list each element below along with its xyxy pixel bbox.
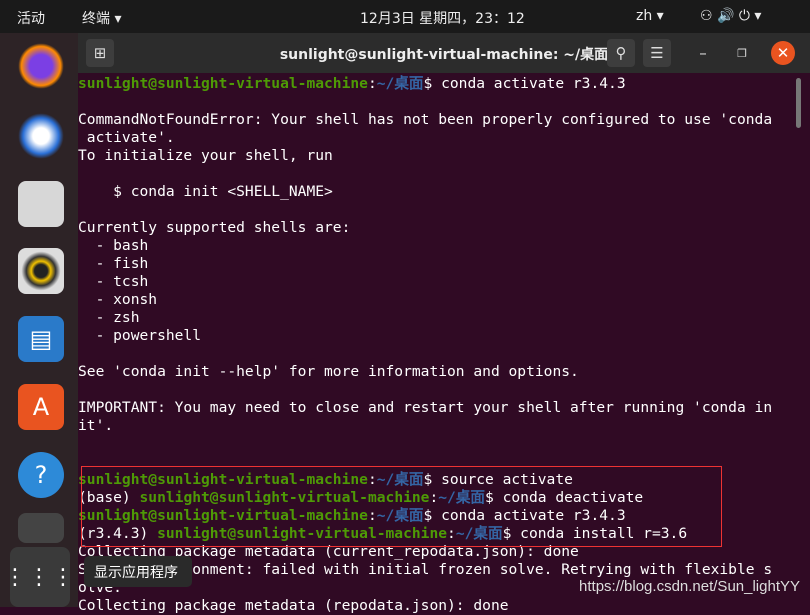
terminal-line: - zsh <box>78 309 140 326</box>
input-method-menu[interactable]: zh ▾ <box>636 8 664 24</box>
terminal-line: CommandNotFoundError: Your shell has not… <box>78 111 773 128</box>
terminal-titlebar: ⊞ sunlight@sunlight-virtual-machine: ~/桌… <box>78 33 810 73</box>
terminal-line: sunlight@sunlight-virtual-machine:~/桌面$ … <box>78 75 626 92</box>
thunderbird-icon[interactable] <box>18 113 64 159</box>
terminal-line: See 'conda init --help' for more informa… <box>78 363 579 380</box>
writer-icon[interactable]: ▤ <box>18 316 64 362</box>
terminal-app-menu[interactable]: 终端 ▾ <box>82 8 121 28</box>
terminal-line: activate'. <box>78 129 175 146</box>
show-applications-icon[interactable]: ⋮⋮⋮ <box>4 547 74 607</box>
terminal-line: it'. <box>78 417 114 434</box>
top-bar: 活动 终端 ▾ 12月3日 星期四，23：12 zh ▾ ⚇ 🔊 ⏻ ▾ <box>0 0 810 33</box>
terminal-line: IMPORTANT: You may need to close and res… <box>78 399 773 416</box>
terminal-icon[interactable] <box>18 513 64 543</box>
terminal-line: Currently supported shells are: <box>78 219 351 236</box>
watermark: https://blog.csdn.net/Sun_lightYY <box>579 578 800 595</box>
help-icon[interactable]: ? <box>18 452 64 498</box>
prompt-user: sunlight@sunlight-virtual-machine <box>78 75 368 92</box>
system-tray[interactable]: ⚇ 🔊 ⏻ ▾ <box>700 8 761 24</box>
dock-tooltip: 显示应用程序 <box>84 556 192 587</box>
terminal-line: Collecting package metadata (repodata.js… <box>78 597 509 614</box>
scrollbar[interactable] <box>796 78 801 128</box>
terminal-line: - fish <box>78 255 149 272</box>
activities-button[interactable]: 活动 <box>17 8 45 28</box>
close-button[interactable]: ✕ <box>771 41 795 65</box>
terminal-line: $ conda init <SHELL_NAME> <box>78 183 333 200</box>
rhythmbox-icon[interactable] <box>18 248 64 294</box>
menu-button[interactable]: ☰ <box>643 39 671 67</box>
firefox-icon[interactable] <box>18 43 64 89</box>
clock[interactable]: 12月3日 星期四，23：12 <box>360 8 525 28</box>
minimize-button[interactable]: – <box>689 39 717 67</box>
software-icon[interactable]: A <box>18 384 64 430</box>
maximize-button[interactable]: ❐ <box>728 39 756 67</box>
dock: ▤ A ? ⋮⋮⋮ <box>0 33 78 607</box>
terminal-line: - bash <box>78 237 149 254</box>
command: conda activate r3.4.3 <box>441 75 626 92</box>
highlight-box <box>81 466 722 547</box>
terminal-line: - xonsh <box>78 291 158 308</box>
files-icon[interactable] <box>18 181 64 227</box>
terminal-line: - tcsh <box>78 273 149 290</box>
terminal-line: - powershell <box>78 327 202 344</box>
search-button[interactable]: ⚲ <box>607 39 635 67</box>
prompt-path: ~/桌面 <box>376 75 424 92</box>
terminal-line: To initialize your shell, run <box>78 147 333 164</box>
